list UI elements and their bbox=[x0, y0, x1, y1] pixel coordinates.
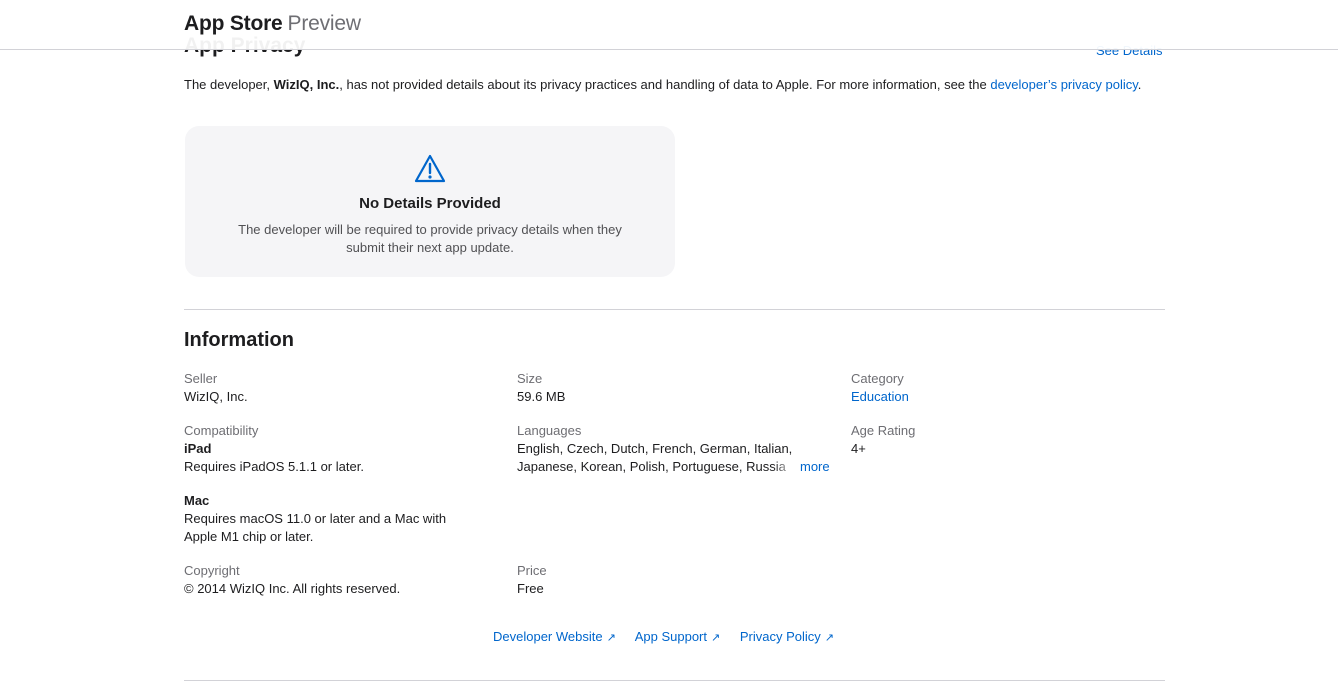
brand-preview: Preview bbox=[287, 12, 361, 35]
no-details-title: No Details Provided bbox=[359, 195, 501, 212]
brand-app-store: App Store bbox=[184, 12, 283, 35]
languages-value: English, Czech, Dutch, French, German, I… bbox=[517, 440, 831, 476]
compatibility-mac-title: Mac bbox=[184, 493, 210, 508]
copyright-label: Copyright bbox=[184, 563, 240, 578]
privacy-description: The developer, WizIQ, Inc., has not prov… bbox=[184, 76, 1164, 94]
privacy-policy-link[interactable]: Privacy Policy ↗ bbox=[740, 629, 834, 644]
category-education-link[interactable]: Education bbox=[851, 389, 909, 404]
section-divider bbox=[184, 309, 1165, 310]
truncation-fade bbox=[773, 458, 797, 476]
developer-website-link[interactable]: Developer Website ↗ bbox=[493, 629, 616, 644]
app-support-label: App Support bbox=[634, 629, 707, 644]
copyright-value: © 2014 WizIQ Inc. All rights reserved. bbox=[184, 581, 401, 596]
privacy-text-prefix: The developer, bbox=[184, 77, 274, 92]
privacy-text-middle: , has not provided details about its pri… bbox=[339, 77, 991, 92]
compatibility-ipad-requirement: Requires iPadOS 5.1.1 or later. bbox=[184, 459, 364, 474]
bottom-divider bbox=[184, 680, 1165, 681]
category-field: Category Education bbox=[851, 370, 909, 406]
compatibility-mac-requirement: Requires macOS 11.0 or later and a Mac w… bbox=[184, 511, 447, 544]
age-rating-value: 4+ bbox=[851, 441, 866, 456]
languages-more-link[interactable]: more bbox=[800, 458, 830, 476]
external-arrow-icon: ↗ bbox=[711, 632, 721, 644]
seller-value: WizIQ, Inc. bbox=[184, 389, 248, 404]
price-label: Price bbox=[517, 563, 547, 578]
seller-field: Seller WizIQ, Inc. bbox=[184, 370, 248, 406]
copyright-field: Copyright © 2014 WizIQ Inc. All rights r… bbox=[184, 562, 400, 598]
app-store-preview-logo[interactable]: App Store Preview bbox=[184, 12, 361, 36]
seller-label: Seller bbox=[184, 371, 218, 386]
no-details-description: The developer will be required to provid… bbox=[238, 222, 622, 255]
size-label: Size bbox=[517, 371, 543, 386]
compatibility-field: Compatibility iPad Requires iPadOS 5.1.1… bbox=[184, 422, 474, 546]
information-heading: Information bbox=[184, 329, 294, 351]
app-links: Developer Website ↗ App Support ↗ Privacy … bbox=[493, 629, 850, 644]
app-support-link[interactable]: App Support ↗ bbox=[635, 629, 721, 644]
external-arrow-icon: ↗ bbox=[824, 632, 834, 644]
category-label: Category bbox=[851, 371, 904, 386]
languages-field: Languages English, Czech, Dutch, French,… bbox=[517, 422, 831, 476]
compatibility-label: Compatibility bbox=[184, 423, 259, 438]
languages-line-1: English, Czech, Dutch, French, German, I… bbox=[517, 441, 793, 456]
age-rating-field: Age Rating 4+ bbox=[851, 422, 915, 458]
size-field: Size 59.6 MB bbox=[517, 370, 565, 406]
price-field: Price Free bbox=[517, 562, 547, 598]
age-rating-label: Age Rating bbox=[851, 423, 916, 438]
top-navigation-bar: App Store Preview bbox=[0, 0, 1338, 50]
warning-icon bbox=[414, 154, 446, 183]
privacy-text-suffix: . bbox=[1137, 77, 1142, 92]
size-value: 59.6 MB bbox=[517, 389, 566, 404]
compatibility-ipad-title: iPad bbox=[184, 441, 212, 456]
price-value: Free bbox=[517, 581, 544, 596]
developer-website-label: Developer Website bbox=[493, 629, 603, 644]
languages-line-2-truncated: Japanese, Korean, Polish, Portuguese, Ru… bbox=[517, 458, 797, 476]
external-arrow-icon: ↗ bbox=[606, 632, 616, 644]
languages-line-2: Japanese, Korean, Polish, Portuguese, Ru… bbox=[517, 459, 786, 474]
page: App StorePreview App Privacy See Details… bbox=[0, 0, 1338, 694]
languages-label: Languages bbox=[517, 423, 582, 438]
developer-privacy-policy-link[interactable]: developer’s privacy policy bbox=[990, 77, 1137, 92]
privacy-details-card: No Details Provided The developer will b… bbox=[185, 126, 675, 277]
privacy-policy-label: Privacy Policy bbox=[739, 629, 821, 644]
developer-name: WizIQ, Inc. bbox=[273, 77, 340, 92]
